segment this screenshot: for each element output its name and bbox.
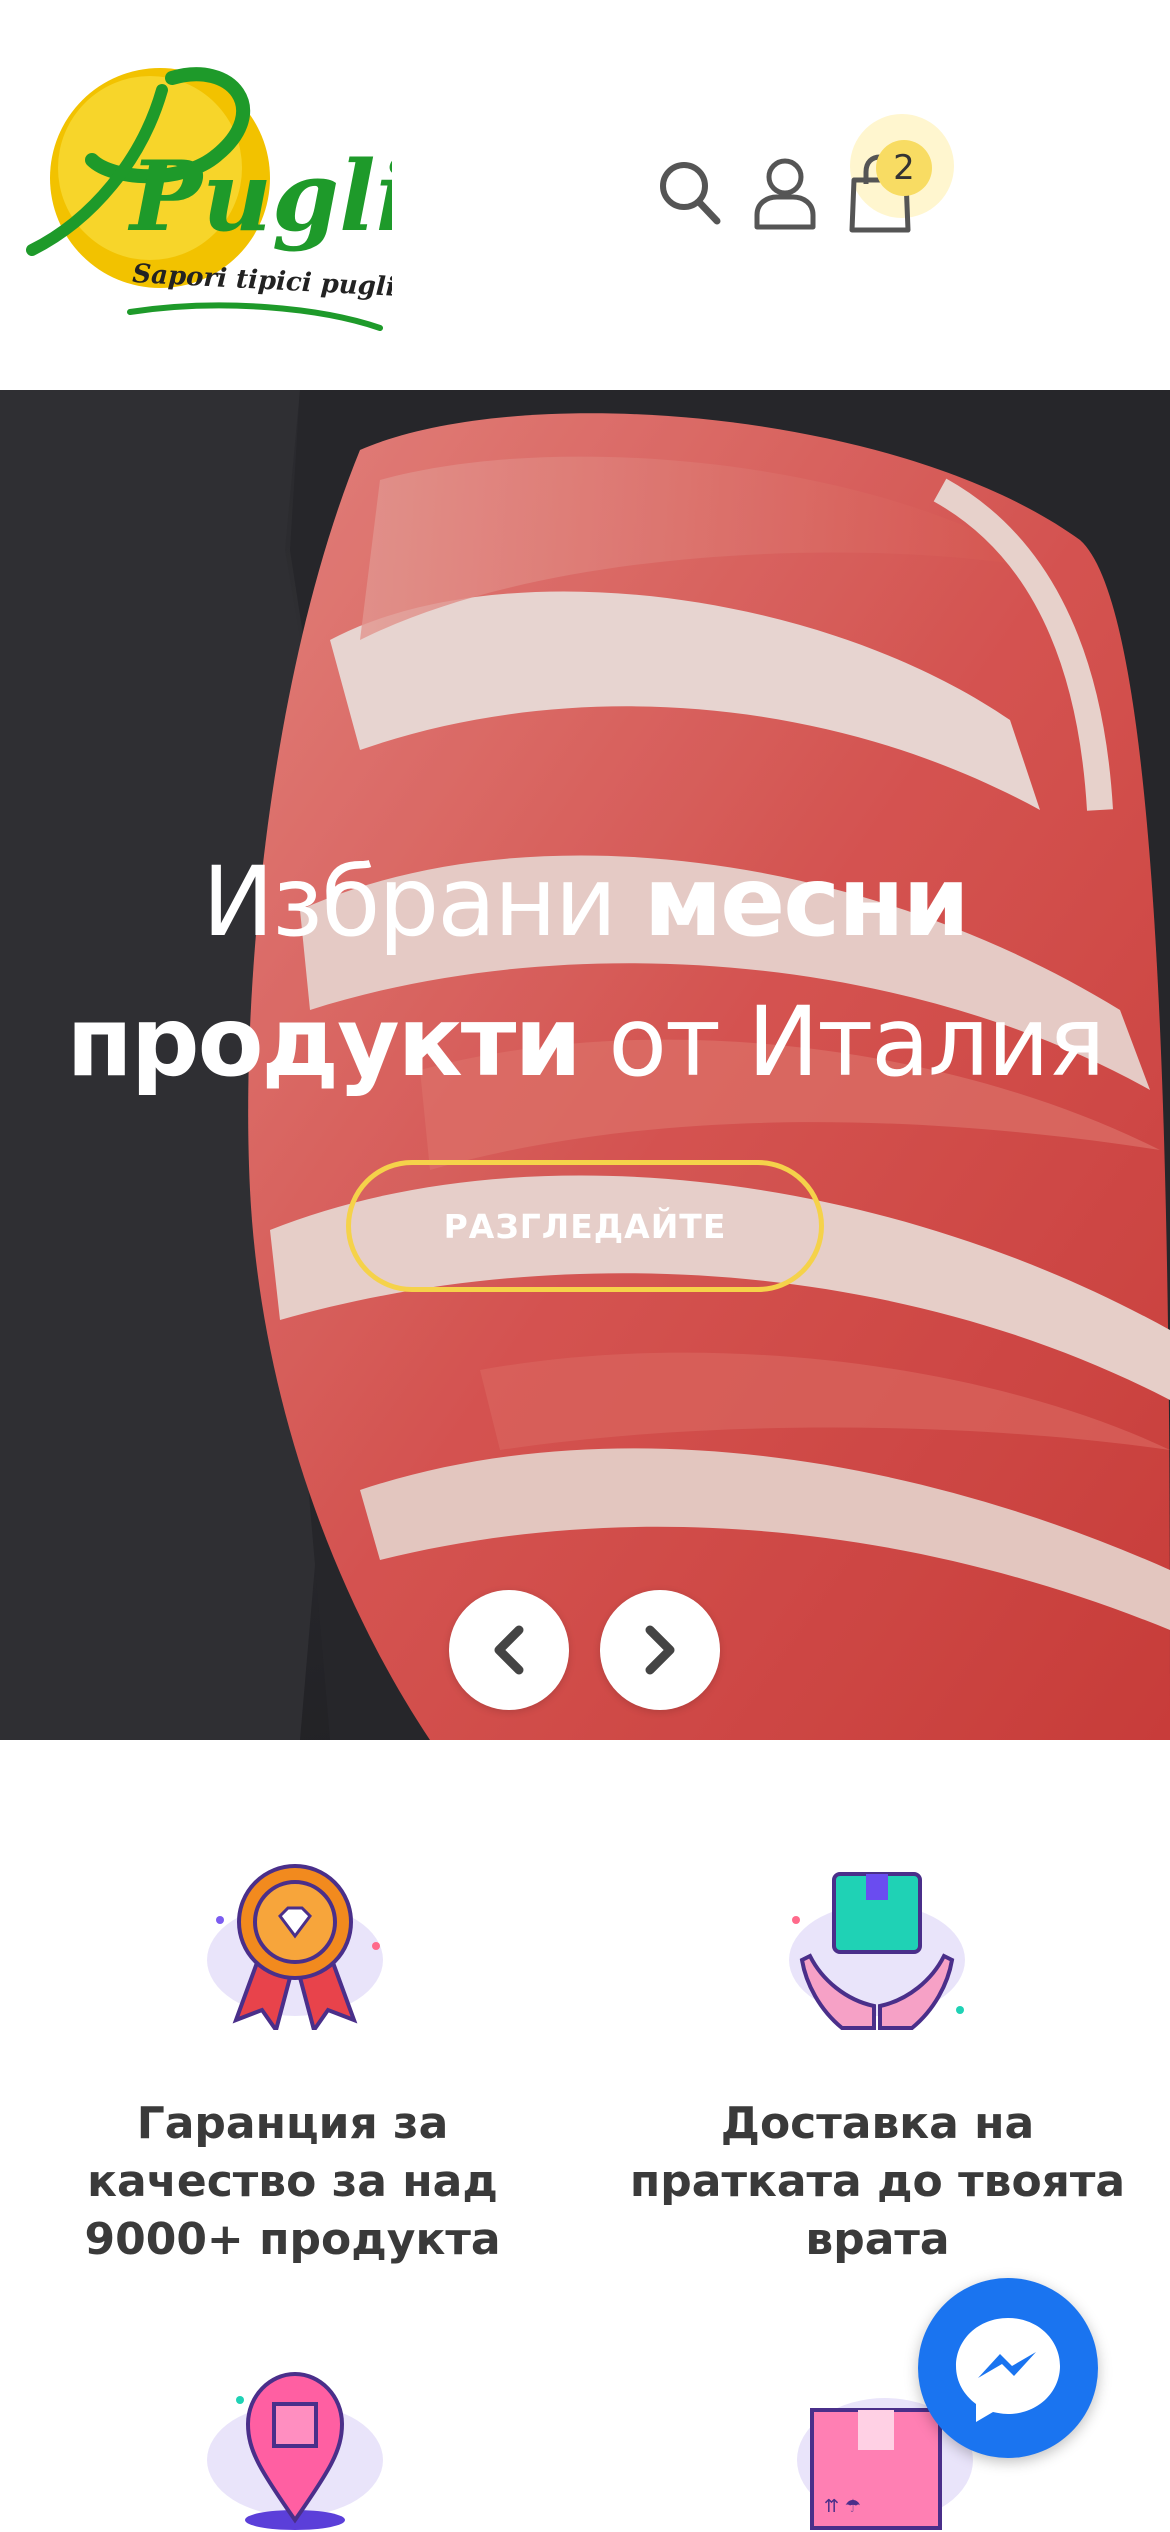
feature-delivery-title: Доставка на пратката до твоята врата bbox=[629, 2098, 1126, 2265]
account-button[interactable] bbox=[748, 152, 822, 236]
site-header: Puglia Sapori tipici pugliesi 2 bbox=[0, 0, 1170, 390]
logo-wordmark: Puglia bbox=[127, 140, 392, 253]
browse-button[interactable]: РАЗГЛЕДАЙТЕ bbox=[346, 1160, 824, 1292]
cart-count-badge: 2 bbox=[876, 140, 932, 196]
search-icon bbox=[660, 162, 721, 225]
messenger-chat-button[interactable] bbox=[918, 2278, 1098, 2458]
slider-next-button[interactable] bbox=[600, 1590, 720, 1710]
slider-prev-button[interactable] bbox=[449, 1590, 569, 1710]
logo-tagline: Sapori tipici pugliesi bbox=[132, 259, 392, 305]
hero-title-light-1: Избрани bbox=[202, 846, 644, 958]
feature-quality-title: Гаранция за качество за над 9000+ продук… bbox=[84, 2098, 501, 2265]
logo[interactable]: Puglia Sapori tipici pugliesi bbox=[22, 50, 474, 340]
svg-text:⇈ ☂: ⇈ ☂ bbox=[824, 2496, 861, 2517]
hero-slider: Избрани месни продукти от Италия РАЗГЛЕД… bbox=[0, 390, 1170, 1740]
user-icon bbox=[754, 158, 816, 230]
hero-title-light-2: от Италия bbox=[579, 986, 1105, 1098]
hero-title-line-1: Избрани месни bbox=[0, 832, 1170, 972]
hero-title-bold-1: месни bbox=[643, 846, 970, 958]
page: Puglia Sapori tipici pugliesi 2 bbox=[0, 0, 1170, 2532]
chevron-right-icon bbox=[645, 1625, 675, 1675]
hamburger-menu-button[interactable] bbox=[996, 160, 1074, 232]
messenger-icon bbox=[956, 2318, 1060, 2422]
search-button[interactable] bbox=[652, 152, 726, 232]
hero-title-line-2: продукти от Италия bbox=[0, 972, 1170, 1112]
delivery-box-hands-icon bbox=[782, 1860, 972, 2034]
hero-title-bold-2: продукти bbox=[66, 986, 582, 1098]
location-pin-icon bbox=[200, 2360, 390, 2532]
award-ribbon-icon bbox=[200, 1860, 390, 2035]
chevron-left-icon bbox=[494, 1625, 524, 1675]
